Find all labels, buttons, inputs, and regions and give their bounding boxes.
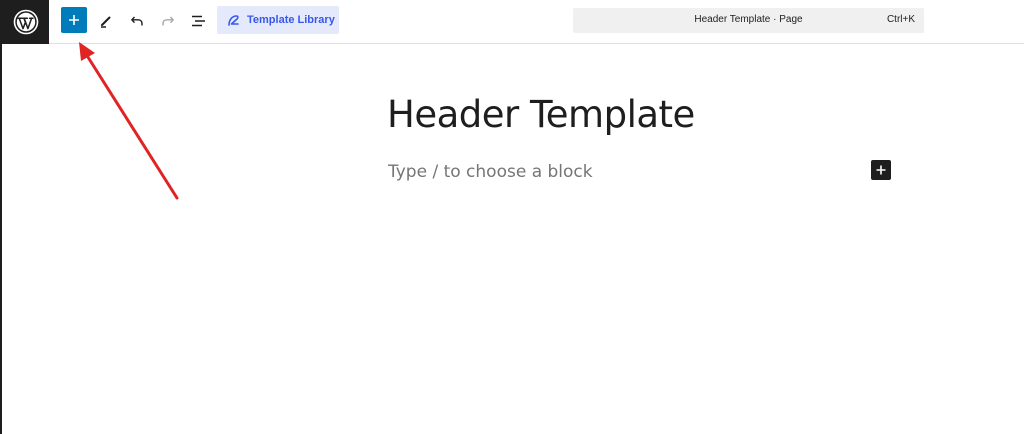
plus-icon: [876, 165, 886, 175]
template-library-icon: [228, 14, 239, 26]
editor-toolbar: Template Library Header Template · Page …: [2, 0, 1024, 44]
redo-button[interactable]: [155, 8, 181, 34]
inline-block-inserter-button[interactable]: [871, 160, 891, 180]
wordpress-logo-icon: [13, 9, 38, 35]
editor-window: Template Library Header Template · Page …: [0, 0, 1024, 434]
block-inserter-button[interactable]: [61, 7, 87, 33]
tools-button[interactable]: [93, 8, 119, 34]
command-palette-bar[interactable]: Header Template · Page Ctrl+K: [573, 8, 924, 33]
template-library-label: Template Library: [247, 14, 335, 26]
undo-button[interactable]: [124, 8, 150, 34]
page-title[interactable]: Header Template: [387, 93, 695, 136]
document-title: Header Template · Page: [694, 14, 803, 25]
block-placeholder[interactable]: Type / to choose a block: [388, 162, 593, 182]
redo-icon: [162, 16, 174, 26]
editor-canvas: Header Template Type / to choose a block: [2, 45, 1024, 434]
template-library-button[interactable]: Template Library: [217, 6, 339, 34]
undo-icon: [131, 16, 143, 26]
plus-icon: [69, 15, 79, 25]
document-overview-icon: [192, 15, 205, 27]
wordpress-logo-button[interactable]: [2, 0, 49, 44]
pencil-icon: [101, 16, 111, 28]
command-shortcut: Ctrl+K: [886, 14, 915, 25]
document-overview-button[interactable]: [186, 8, 212, 34]
